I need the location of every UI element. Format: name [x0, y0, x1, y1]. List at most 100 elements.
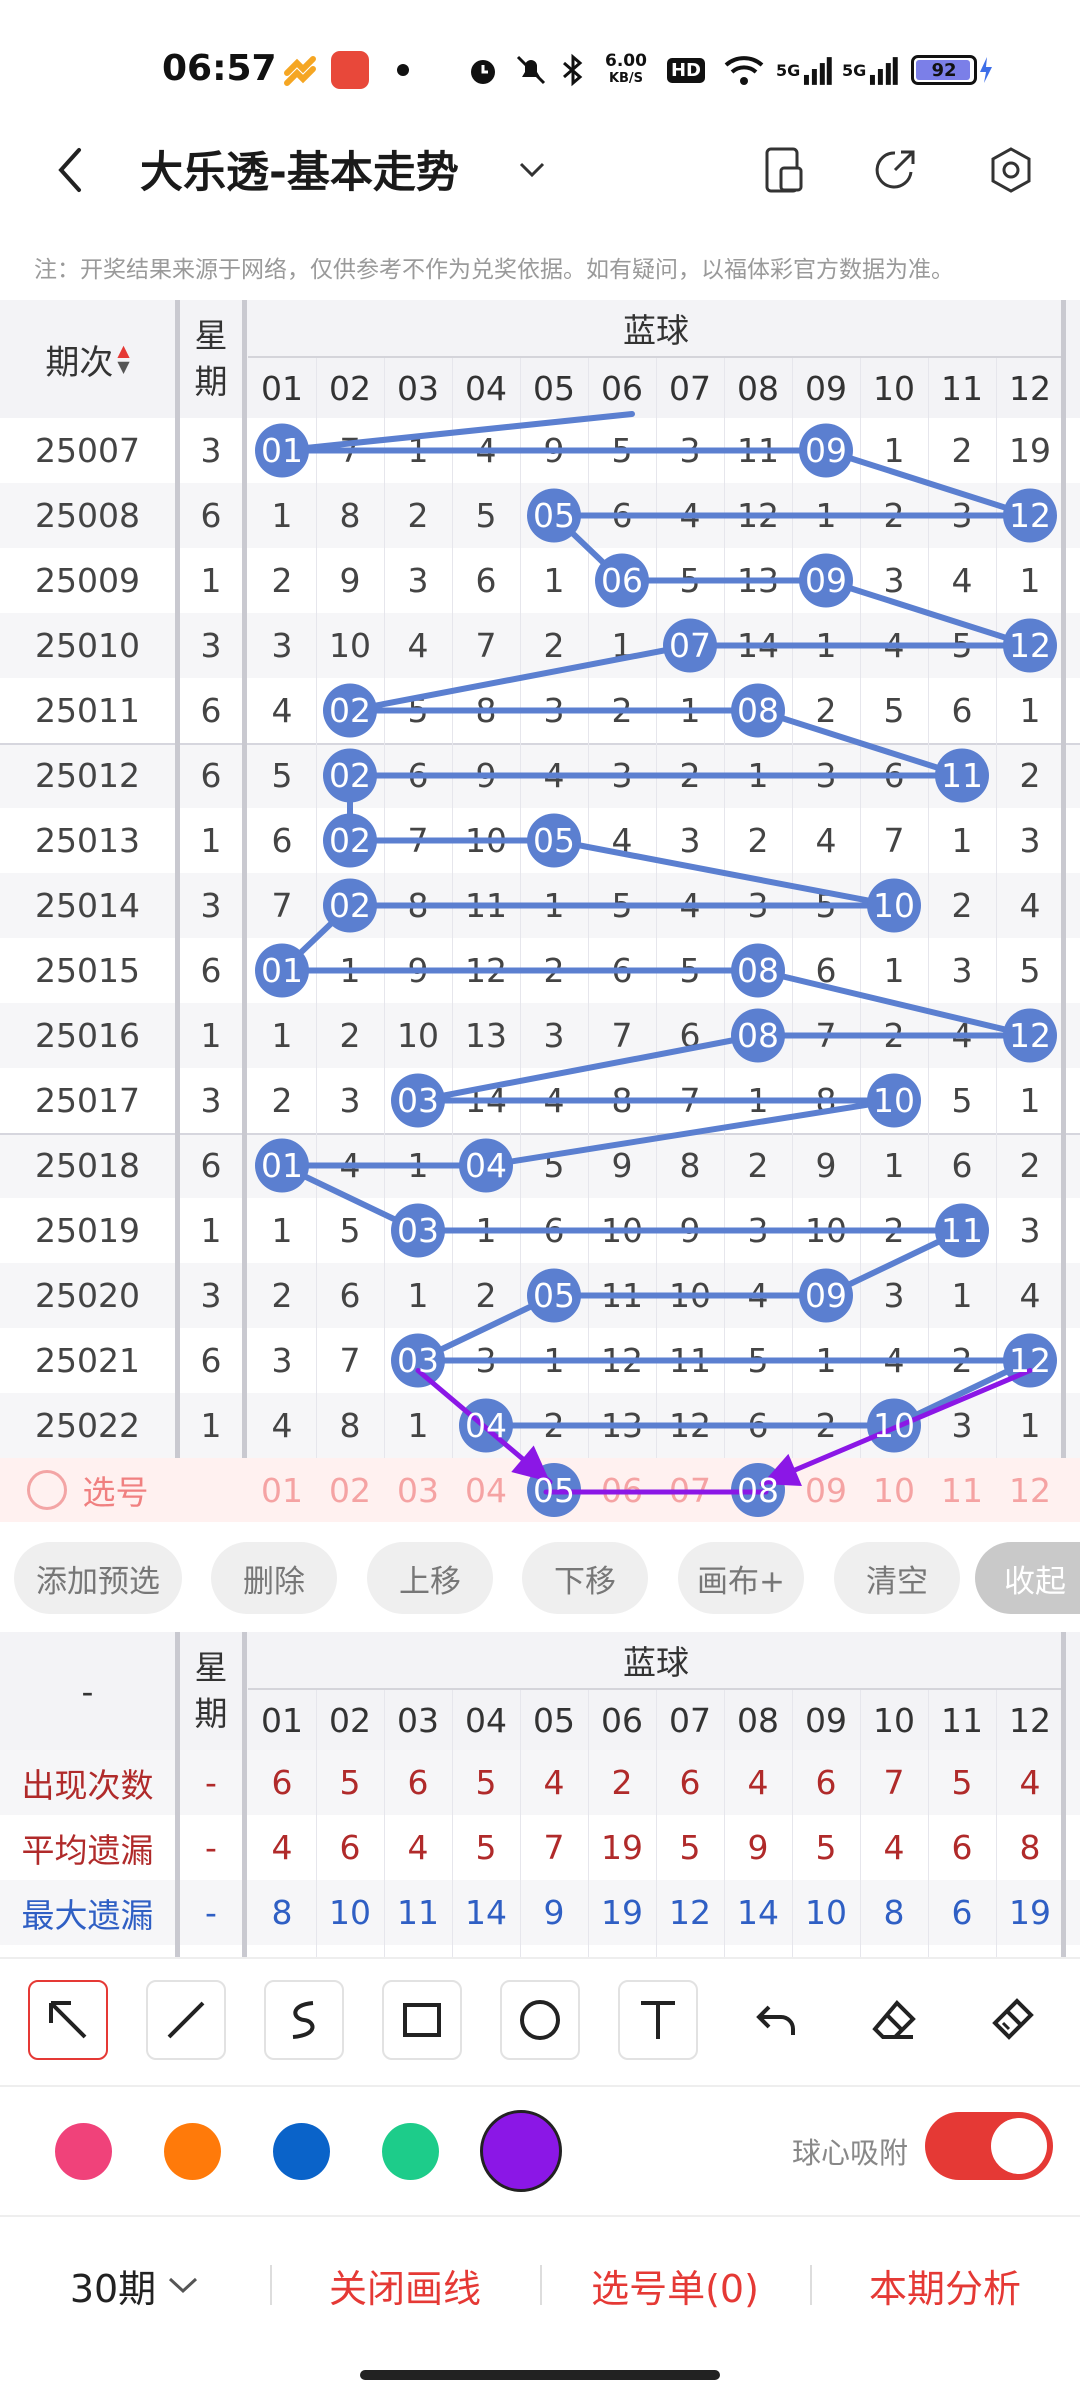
- brush-icon[interactable]: [972, 1980, 1052, 2060]
- table-row[interactable]: 25020 3 2 6 1 2 05 11 10 4 09 3 1 4: [0, 1263, 1080, 1328]
- pick-ball[interactable]: 03: [384, 1458, 452, 1522]
- miss-count: 8: [611, 1081, 633, 1120]
- table-row[interactable]: 25012 6 5 02 6 9 4 3 2 1 3 6 11 2: [0, 743, 1080, 808]
- stats-value: 9: [747, 1828, 769, 1867]
- stats-number-header: 04: [465, 1700, 507, 1740]
- table-row[interactable]: 25021 6 3 7 03 3 1 12 11 5 1 4 2 12: [0, 1328, 1080, 1393]
- move-down-button[interactable]: 下移: [522, 1542, 648, 1614]
- arrow-tool-icon[interactable]: [28, 1980, 108, 2060]
- pick-ball[interactable]: 11: [928, 1458, 996, 1522]
- pick-ball[interactable]: 01: [248, 1458, 316, 1522]
- close-lines-button[interactable]: 关闭画线: [310, 2250, 500, 2320]
- pick-ball[interactable]: 07: [656, 1458, 724, 1522]
- row-period: 25019: [35, 1211, 140, 1250]
- period-selector[interactable]: 30期: [50, 2250, 220, 2320]
- miss-count: 1: [407, 431, 429, 470]
- delete-button[interactable]: 删除: [211, 1542, 337, 1614]
- miss-count: 4: [883, 1341, 905, 1380]
- week-header-l1: 星: [194, 316, 228, 355]
- line-tool-icon[interactable]: [146, 1980, 226, 2060]
- hit-ball: 01: [261, 951, 303, 990]
- table-row[interactable]: 25010 3 3 10 4 7 2 1 07 14 1 4 5 12: [0, 613, 1080, 678]
- color-pink-swatch[interactable]: [55, 2123, 112, 2180]
- stats-value: 6: [407, 1763, 429, 1802]
- move-up-button[interactable]: 上移: [367, 1542, 493, 1614]
- pick-ball[interactable]: 06: [588, 1458, 656, 1522]
- row-period: 25018: [35, 1146, 140, 1185]
- pick-label[interactable]: 选号: [0, 1458, 175, 1522]
- miss-count: 2: [883, 1211, 905, 1250]
- stats-value: 4: [1019, 1763, 1041, 1802]
- pick-ball[interactable]: 02: [316, 1458, 384, 1522]
- table-row[interactable]: 25015 6 01 1 9 12 2 6 5 08 6 1 3 5: [0, 938, 1080, 1003]
- pick-row: 选号 01 02 03 04 05 06 07 08 09 10 11 12: [0, 1458, 1080, 1522]
- analysis-button[interactable]: 本期分析: [850, 2250, 1040, 2320]
- table-row[interactable]: 25018 6 01 4 1 04 5 9 8 2 9 1 6 2: [0, 1133, 1080, 1198]
- snap-toggle-knob: [991, 2118, 1047, 2174]
- pick-ball[interactable]: 12: [996, 1458, 1064, 1522]
- rect-tool-icon[interactable]: [382, 1980, 462, 2060]
- color-purple-swatch[interactable]: [480, 2110, 562, 2192]
- undo-icon[interactable]: [736, 1980, 816, 2060]
- page-title[interactable]: 大乐透-基本走势: [140, 138, 459, 200]
- table-row[interactable]: 25008 6 1 8 2 5 05 6 4 12 1 2 3 12: [0, 483, 1080, 548]
- color-blue-swatch[interactable]: [273, 2123, 330, 2180]
- table-row[interactable]: 25019 1 1 5 03 1 6 10 9 3 10 2 11 3: [0, 1198, 1080, 1263]
- canvas-plus-button[interactable]: 画布+: [678, 1542, 804, 1614]
- row-period: 25021: [35, 1341, 140, 1380]
- miss-count: 4: [1019, 886, 1041, 925]
- snap-toggle[interactable]: [925, 2112, 1053, 2180]
- pick-ball[interactable]: 09: [792, 1458, 860, 1522]
- collapse-button[interactable]: 收起: [975, 1542, 1080, 1614]
- table-row[interactable]: 25013 1 6 02 7 10 05 4 3 2 4 7 1 3: [0, 808, 1080, 873]
- miss-count: 7: [407, 821, 429, 860]
- miss-count: 8: [815, 1081, 837, 1120]
- hit-ball: 09: [805, 561, 847, 600]
- circle-tool-icon[interactable]: [500, 1980, 580, 2060]
- miss-count: 11: [601, 1276, 643, 1315]
- eraser-icon[interactable]: [854, 1980, 934, 2060]
- phone-screen-icon[interactable]: [748, 135, 818, 205]
- pick-ball[interactable]: 10: [860, 1458, 928, 1522]
- pick-ball[interactable]: 04: [452, 1458, 520, 1522]
- settings-icon[interactable]: [976, 135, 1046, 205]
- table-row[interactable]: 25011 6 4 02 5 8 3 2 1 08 2 5 6 1: [0, 678, 1080, 743]
- miss-count: 6: [679, 1016, 701, 1055]
- share-icon[interactable]: [860, 135, 930, 205]
- hit-ball: 08: [737, 691, 779, 730]
- stats-value: 5: [475, 1763, 497, 1802]
- row-period: 25016: [35, 1016, 140, 1055]
- table-row[interactable]: 25009 1 2 9 3 6 1 06 5 13 09 3 4 1: [0, 548, 1080, 613]
- pick-list-button[interactable]: 选号单(0): [580, 2250, 770, 2320]
- table-row[interactable]: 25014 3 7 02 8 11 1 5 4 3 5 10 2 4: [0, 873, 1080, 938]
- miss-count: 3: [339, 1081, 361, 1120]
- table-row[interactable]: 25016 1 1 2 10 13 3 7 6 08 7 2 4 12: [0, 1003, 1080, 1068]
- divider: [242, 300, 247, 1522]
- add-preselect-button[interactable]: 添加预选: [14, 1542, 182, 1614]
- stats-value: 5: [475, 1828, 497, 1867]
- curve-tool-icon[interactable]: [264, 1980, 344, 2060]
- pick-ball-selected[interactable]: 08: [724, 1458, 792, 1522]
- stats-value: 7: [883, 1763, 905, 1802]
- table-row[interactable]: 25007 3 01 7 1 4 9 5 3 11 09 1 2 19: [0, 418, 1080, 483]
- miss-count: 2: [747, 1146, 769, 1185]
- color-green-swatch[interactable]: [382, 2123, 439, 2180]
- ball-number-header: 11: [941, 368, 983, 408]
- back-icon[interactable]: [36, 135, 106, 205]
- table-row[interactable]: 25017 3 2 3 03 14 4 8 7 1 8 10 5 1: [0, 1068, 1080, 1133]
- hit-ball: 06: [601, 561, 643, 600]
- text-tool-icon[interactable]: [618, 1980, 698, 2060]
- miss-count: 1: [951, 1276, 973, 1315]
- clear-button[interactable]: 清空: [834, 1542, 960, 1614]
- period-column-header[interactable]: 期次 ▲ ▼: [0, 300, 175, 418]
- pick-ball-selected[interactable]: 05: [520, 1458, 588, 1522]
- table-row[interactable]: 25022 1 4 8 1 04 2 13 12 6 2 10 3 1: [0, 1393, 1080, 1458]
- color-orange-swatch[interactable]: [164, 2123, 221, 2180]
- divider: [316, 1690, 317, 1957]
- miss-count: 4: [611, 821, 633, 860]
- miss-count: 14: [737, 626, 779, 665]
- title-dropdown-icon[interactable]: [497, 135, 567, 205]
- stats-row-label: 出现次数: [21, 1765, 154, 1805]
- miss-count: 3: [951, 951, 973, 990]
- signal-1-label: 5G: [776, 60, 801, 80]
